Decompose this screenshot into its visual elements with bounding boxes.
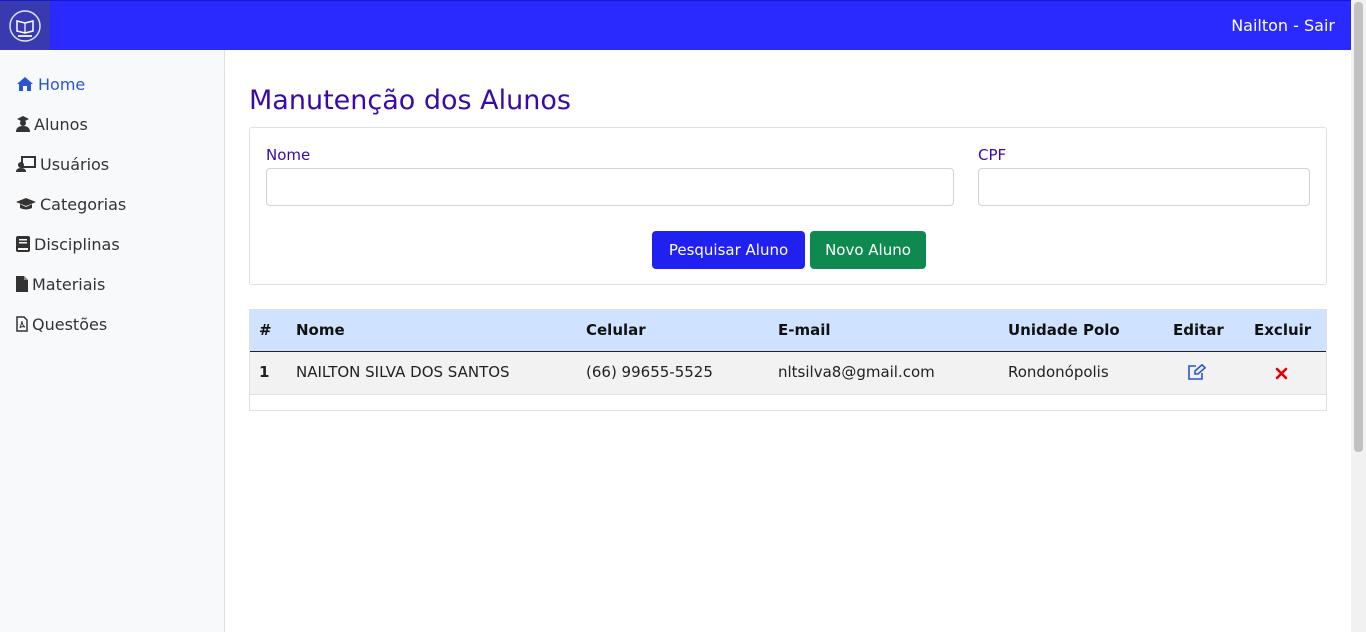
new-student-button[interactable]: Novo Aluno: [810, 231, 926, 269]
student-icon: [16, 116, 30, 132]
edit-icon: [1188, 363, 1207, 380]
students-table: # Nome Celular E-mail Unidade Polo Edita…: [249, 309, 1327, 411]
sidebar-item-materiais[interactable]: Materiais: [16, 272, 105, 296]
sidebar-item-disciplinas[interactable]: Disciplinas: [16, 232, 120, 256]
cpf-input[interactable]: [978, 168, 1310, 206]
graduation-cap-icon: [16, 198, 36, 210]
sidebar-item-label: Questões: [32, 314, 108, 334]
column-header: Editar: [1173, 321, 1224, 339]
sidebar-item-alunos[interactable]: Alunos: [16, 112, 88, 136]
sidebar-item-usuarios[interactable]: Usuários: [16, 152, 109, 176]
nome-input[interactable]: [266, 168, 954, 206]
student-email: nltsilva8@gmail.com: [778, 363, 935, 381]
page-scrollbar[interactable]: [1351, 0, 1366, 632]
sidebar: Home Alunos Usuários Categorias Discipli…: [0, 50, 225, 632]
logo[interactable]: [0, 1, 50, 50]
student-unit: Rondonópolis: [1008, 363, 1109, 381]
delete-button[interactable]: [1275, 365, 1288, 384]
sidebar-item-label: Alunos: [34, 114, 88, 134]
search-student-button[interactable]: Pesquisar Aluno: [652, 231, 805, 269]
table-header: # Nome Celular E-mail Unidade Polo Edita…: [250, 310, 1326, 352]
close-icon: [1275, 367, 1288, 380]
scrollbar-thumb[interactable]: [1354, 2, 1363, 452]
page-title: Manutenção dos Alunos: [249, 85, 571, 116]
student-name: NAILTON SILVA DOS SANTOS: [296, 363, 510, 381]
pdf-file-icon: [16, 316, 28, 332]
sidebar-item-categorias[interactable]: Categorias: [16, 192, 126, 216]
search-form: Nome CPF Pesquisar Aluno Novo Aluno: [249, 127, 1327, 285]
graduation-book-logo-icon: [9, 9, 41, 42]
sidebar-item-label: Home: [38, 74, 86, 94]
row-number: 1: [259, 363, 270, 381]
column-header: Celular: [586, 321, 646, 339]
sidebar-item-home[interactable]: Home: [16, 72, 85, 96]
sidebar-item-label: Categorias: [40, 194, 127, 214]
logout-link[interactable]: Nailton - Sair: [1231, 16, 1335, 35]
table-row: 1 NAILTON SILVA DOS SANTOS (66) 99655-55…: [250, 352, 1326, 395]
edit-button[interactable]: [1187, 363, 1207, 385]
sidebar-item-label: Materiais: [32, 274, 106, 294]
file-icon: [16, 276, 28, 292]
column-header: E-mail: [778, 321, 831, 339]
home-icon: [17, 77, 33, 91]
nome-label: Nome: [266, 146, 311, 164]
sidebar-item-label: Usuários: [40, 154, 110, 174]
top-navbar: Nailton - Sair: [0, 0, 1351, 50]
column-header: Excluir: [1254, 321, 1312, 339]
column-header: Unidade Polo: [1008, 321, 1120, 339]
student-phone: (66) 99655-5525: [586, 363, 713, 381]
column-header: #: [259, 321, 272, 339]
book-icon: [16, 236, 30, 252]
column-header: Nome: [296, 321, 345, 339]
sidebar-item-questoes[interactable]: Questões: [16, 312, 107, 336]
cpf-label: CPF: [978, 146, 1007, 164]
users-icon: [16, 156, 36, 172]
sidebar-item-label: Disciplinas: [34, 234, 120, 254]
